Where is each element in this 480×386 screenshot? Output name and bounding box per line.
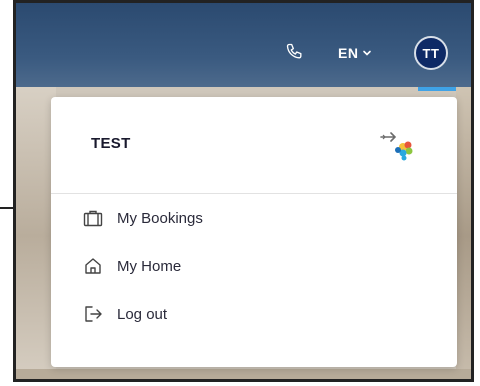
background-image-right [456, 87, 471, 379]
user-avatar-button[interactable]: TT [414, 36, 448, 70]
user-name: TEST [91, 135, 131, 152]
avatar-active-indicator [418, 87, 456, 91]
menu-item-my-home[interactable]: My Home [51, 242, 457, 290]
top-header-bar: EN TT [16, 3, 471, 87]
avatar-initials: TT [422, 45, 440, 61]
user-menu-header: TEST [51, 97, 457, 194]
logout-icon [83, 304, 103, 324]
home-icon [83, 256, 103, 276]
chevron-down-icon [362, 48, 372, 58]
phone-icon[interactable] [284, 41, 306, 63]
background-image-bottom [16, 369, 471, 379]
user-menu-dropdown: TEST My Bookings My Home Log out [51, 97, 457, 367]
menu-item-log-out[interactable]: Log out [51, 290, 457, 338]
airline-logo-icon [373, 125, 419, 165]
menu-item-label: Log out [117, 305, 168, 323]
screenshot-frame: EN TT TEST My Bookings My Home Log out [13, 0, 474, 382]
menu-item-label: My Home [117, 257, 182, 275]
language-selector[interactable]: EN [338, 43, 372, 63]
callout-connector-line [0, 207, 14, 209]
user-menu-list: My Bookings My Home Log out [51, 194, 457, 338]
menu-item-label: My Bookings [117, 209, 203, 227]
suitcase-icon [83, 208, 103, 228]
menu-item-my-bookings[interactable]: My Bookings [51, 194, 457, 242]
language-label: EN [338, 45, 359, 61]
background-image-left [16, 87, 56, 379]
